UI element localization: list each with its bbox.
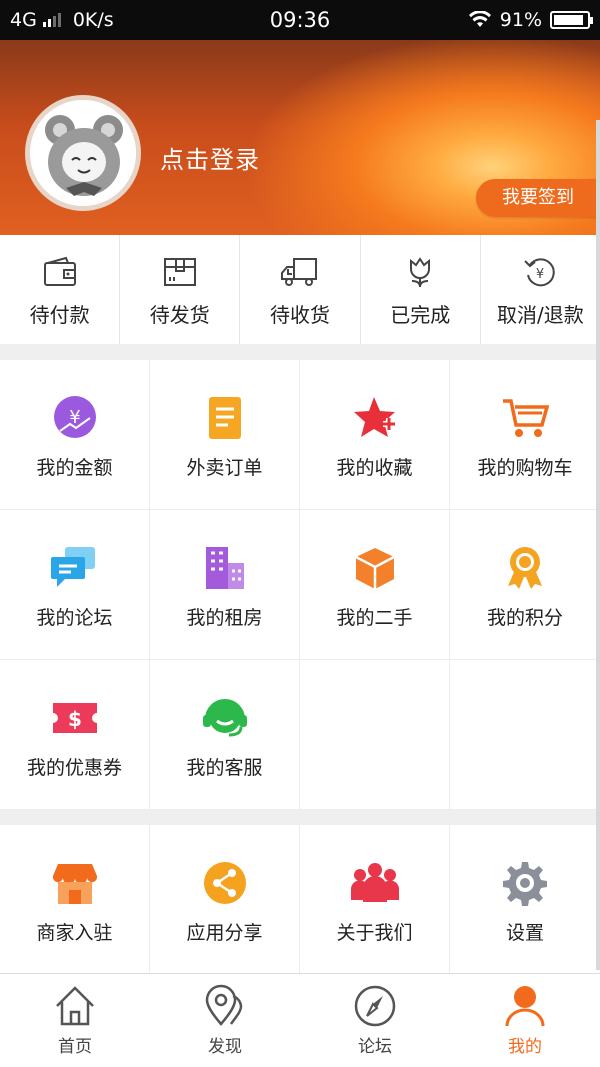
home-icon (56, 986, 94, 1026)
document-icon (208, 397, 241, 439)
order-label: 取消/退款 (497, 303, 584, 327)
grid-label: 我的客服 (186, 757, 263, 779)
wifi-icon (468, 11, 491, 27)
grid-item-customer-service[interactable]: 我的客服 (150, 660, 300, 810)
status-right: 91% (468, 9, 593, 31)
grid-item-settings[interactable]: 设置 (450, 825, 600, 973)
building-icon (205, 547, 244, 589)
truck-icon (281, 258, 317, 286)
grid-item-favorites[interactable]: 我的收藏 (300, 360, 450, 510)
order-pending-receipt[interactable]: 待收货 (240, 235, 361, 344)
grid-label: 我的租房 (186, 607, 263, 629)
tab-label: 我的 (508, 1037, 542, 1057)
order-completed[interactable]: 已完成 (361, 235, 481, 344)
profile-header: 点击登录 我要签到 (0, 40, 600, 235)
login-link[interactable]: 点击登录 (160, 140, 260, 175)
grid-label: 商家入驻 (36, 922, 113, 944)
order-label: 待付款 (29, 303, 90, 327)
avatar[interactable] (25, 95, 141, 211)
grid-item-share-app[interactable]: 应用分享 (150, 825, 300, 973)
package-icon (163, 258, 196, 286)
grid-item-rental[interactable]: 我的租房 (150, 510, 300, 660)
grid-label: 应用分享 (186, 922, 263, 944)
wallet-icon (43, 256, 76, 286)
grid-item-coupons[interactable]: $ 我的优惠券 (0, 660, 150, 810)
svg-text:¥: ¥ (536, 267, 544, 282)
grid-label: 我的二手 (336, 607, 413, 629)
grid-item-points[interactable]: 我的积分 (450, 510, 600, 660)
grid-empty-cell (300, 660, 450, 810)
headset-icon (202, 699, 247, 737)
flower-icon (410, 257, 431, 288)
coupon-icon: $ (52, 703, 97, 733)
map-pin-icon (205, 984, 243, 1026)
grid-label: 我的收藏 (336, 457, 413, 479)
shop-icon (52, 864, 97, 904)
order-status-row: 待付款 待发货 待收货 已完成 ¥ 取消/退款 (0, 235, 600, 344)
grid-item-cart[interactable]: 我的购物车 (450, 360, 600, 510)
share-icon (203, 862, 246, 904)
order-label: 待发货 (149, 303, 210, 327)
battery-fill (554, 15, 584, 25)
tab-label: 发现 (208, 1037, 242, 1057)
bottom-tab-bar: 首页 发现 论坛 我的 (0, 973, 600, 1067)
grid-label: 我的优惠券 (26, 757, 122, 779)
avatar-illustration-icon (30, 100, 136, 206)
feature-grid: ¥ 我的金额 外卖订单 我的收藏 我的购物车 我的论坛 我的租房 我的二手 我的… (0, 360, 600, 810)
grid-label: 外卖订单 (186, 457, 263, 479)
grid-label: 我的购物车 (477, 457, 573, 479)
tab-mine[interactable]: 我的 (450, 974, 600, 1067)
grid-label: 设置 (505, 922, 544, 944)
refund-icon: ¥ (524, 258, 556, 287)
battery-percent: 91% (499, 9, 542, 31)
scroll-indicator (596, 120, 600, 970)
status-bar: 4G 0K/s 09:36 91% (0, 0, 600, 40)
signin-button[interactable]: 我要签到 (476, 179, 600, 217)
grid-label: 我的论坛 (36, 607, 113, 629)
order-refund[interactable]: ¥ 取消/退款 (481, 235, 600, 344)
group-icon (350, 863, 399, 902)
svg-text:$: $ (68, 707, 82, 731)
more-grid: 商家入驻 应用分享 关于我们 设置 (0, 825, 600, 973)
compass-icon (354, 985, 396, 1027)
grid-item-balance[interactable]: ¥ 我的金额 (0, 360, 150, 510)
user-icon (505, 986, 545, 1027)
grid-item-about-us[interactable]: 关于我们 (300, 825, 450, 973)
star-icon (353, 397, 395, 437)
order-pending-payment[interactable]: 待付款 (0, 235, 121, 344)
tab-discover[interactable]: 发现 (150, 974, 300, 1067)
battery-icon (550, 11, 593, 29)
grid-label: 我的积分 (486, 607, 563, 629)
tab-label: 首页 (58, 1037, 92, 1057)
grid-label: 关于我们 (336, 922, 413, 944)
gear-icon (503, 862, 547, 906)
coin-icon: ¥ (53, 396, 96, 438)
grid-item-merchant-join[interactable]: 商家入驻 (0, 825, 150, 973)
order-label: 待收货 (270, 303, 330, 327)
grid-item-secondhand[interactable]: 我的二手 (300, 510, 450, 660)
order-pending-shipment[interactable]: 待发货 (120, 235, 241, 344)
grid-item-forum[interactable]: 我的论坛 (0, 510, 150, 660)
medal-icon (508, 547, 542, 589)
tab-forum[interactable]: 论坛 (300, 974, 450, 1067)
grid-item-takeout-orders[interactable]: 外卖订单 (150, 360, 300, 510)
tab-label: 论坛 (358, 1037, 392, 1057)
chat-icon (50, 547, 95, 587)
cart-icon (503, 399, 549, 437)
grid-label: 我的金额 (36, 457, 113, 479)
order-label: 已完成 (390, 303, 451, 327)
grid-empty-cell (450, 660, 600, 810)
box-icon (354, 548, 395, 589)
tab-home[interactable]: 首页 (0, 974, 150, 1067)
